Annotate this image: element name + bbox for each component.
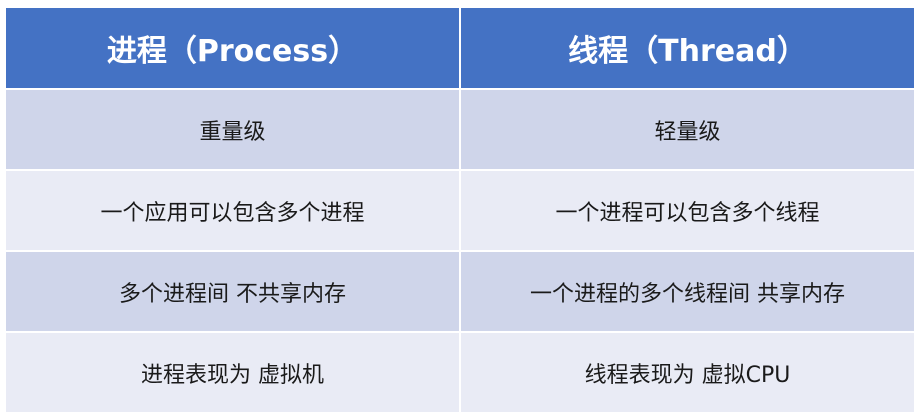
thread-cell: 一个进程的多个线程间 共享内存 xyxy=(459,250,916,333)
header-process: 进程（Process） xyxy=(4,6,461,90)
table-row: 一个应用可以包含多个进程 一个进程可以包含多个线程 xyxy=(4,169,916,252)
table-row: 进程表现为 虚拟机 线程表现为 虚拟CPU xyxy=(4,331,916,414)
header-thread: 线程（Thread） xyxy=(459,6,916,90)
process-cell: 重量级 xyxy=(4,88,461,171)
comparison-table-container: 进程（Process） 线程（Thread） 重量级 轻量级 一个应用可以包含多… xyxy=(4,6,916,414)
table-body: 重量级 轻量级 一个应用可以包含多个进程 一个进程可以包含多个线程 多个进程间 … xyxy=(4,88,916,414)
thread-cell: 一个进程可以包含多个线程 xyxy=(459,169,916,252)
header-row: 进程（Process） 线程（Thread） xyxy=(4,6,916,90)
table-row: 多个进程间 不共享内存 一个进程的多个线程间 共享内存 xyxy=(4,250,916,333)
process-cell: 一个应用可以包含多个进程 xyxy=(4,169,461,252)
process-cell: 多个进程间 不共享内存 xyxy=(4,250,461,333)
table-row: 重量级 轻量级 xyxy=(4,88,916,171)
thread-cell: 轻量级 xyxy=(459,88,916,171)
table-header: 进程（Process） 线程（Thread） xyxy=(4,6,916,90)
thread-cell: 线程表现为 虚拟CPU xyxy=(459,331,916,414)
process-thread-comparison-table: 进程（Process） 线程（Thread） 重量级 轻量级 一个应用可以包含多… xyxy=(4,6,916,414)
process-cell: 进程表现为 虚拟机 xyxy=(4,331,461,414)
